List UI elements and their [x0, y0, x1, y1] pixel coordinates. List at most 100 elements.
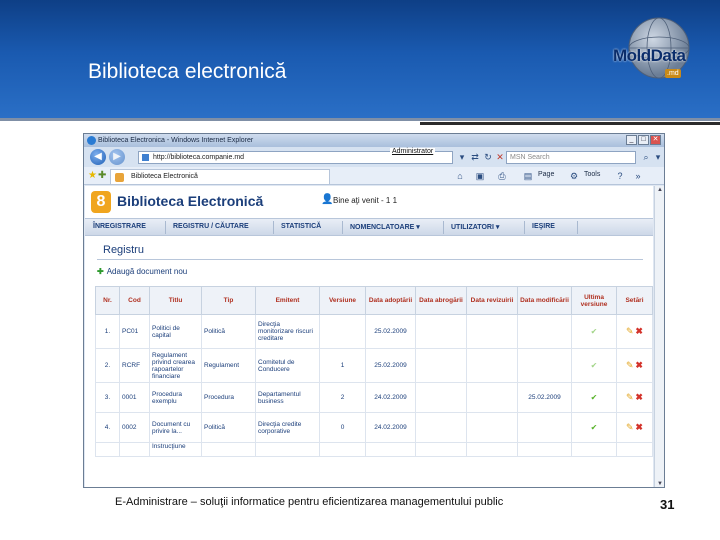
- pencil-icon[interactable]: ✎: [626, 326, 634, 336]
- table-row[interactable]: 2. RCRF Regulament privind crearea rapoa…: [95, 348, 653, 383]
- menu-inregistrare[interactable]: ÎNREGISTRARE: [93, 223, 146, 230]
- page-menu-icon[interactable]: ▤: [522, 170, 534, 182]
- tools-menu[interactable]: Tools: [584, 171, 600, 178]
- app-menu: ÎNREGISTRARE REGISTRU / CĂUTARE STATISTI…: [85, 218, 653, 236]
- table-row[interactable]: 4. 0002 Document cu privire la... Politi…: [95, 412, 653, 443]
- cell-titlu[interactable]: Procedura exemplu: [149, 382, 202, 413]
- cell-versiune: [319, 314, 366, 349]
- delete-x-icon[interactable]: ✖: [635, 422, 643, 432]
- delete-x-icon[interactable]: ✖: [635, 326, 643, 336]
- pencil-icon[interactable]: ✎: [626, 392, 634, 402]
- column-header[interactable]: Data revizuirii: [466, 286, 518, 315]
- logo-domain: .md: [665, 69, 681, 78]
- column-header: Setări: [616, 286, 653, 315]
- menu-iesire[interactable]: IEŞIRE: [532, 223, 555, 230]
- ie-icon: [87, 136, 96, 145]
- pencil-icon[interactable]: ✎: [626, 422, 634, 432]
- cell-nr: 3.: [95, 382, 120, 413]
- column-header[interactable]: Emitent: [255, 286, 320, 315]
- browser-titlebar: Biblioteca Electronica - Windows Interne…: [84, 134, 664, 147]
- back-button[interactable]: ◀: [90, 149, 106, 165]
- feeds-icon[interactable]: ▣: [474, 170, 486, 182]
- menu-statistica[interactable]: STATISTICĂ: [281, 223, 321, 230]
- cell-titlu[interactable]: Regulament privind crearea rapoartelor f…: [149, 348, 202, 383]
- table-row[interactable]: 3. 0001 Procedura exemplu Procedura Depa…: [95, 382, 653, 413]
- add-document-link[interactable]: ✚ Adaugă document nou: [97, 267, 187, 276]
- search-input[interactable]: MSN Search: [506, 151, 636, 164]
- app-header: 8 Biblioteca Electronică 👤 Bine aţi veni…: [85, 186, 653, 218]
- column-header[interactable]: Data modificării: [517, 286, 572, 315]
- app-logo-icon: 8: [91, 191, 111, 213]
- page-icon: [142, 154, 149, 161]
- cell-revizuire: [466, 348, 518, 383]
- menu-nomenclatoare[interactable]: NOMENCLATOARE ▾: [350, 223, 420, 231]
- help-icon[interactable]: ?: [614, 170, 626, 182]
- add-favorites-icon[interactable]: ✚: [98, 170, 106, 181]
- table-row[interactable]: Instrucţiune: [95, 442, 653, 457]
- welcome-text: Bine aţi venit - 1 1: [333, 196, 398, 205]
- cell-cod: [119, 442, 150, 457]
- search-options-icon[interactable]: ▾: [652, 151, 664, 163]
- address-bar: ◀ ▶ http://biblioteca.companie.md ▾ ⇄ ↻ …: [84, 147, 664, 167]
- scroll-down-arrow-icon[interactable]: ▼: [656, 480, 664, 487]
- toolbar-chevron-icon[interactable]: »: [632, 170, 644, 182]
- pencil-icon[interactable]: ✎: [626, 360, 634, 370]
- site-icon: [115, 173, 124, 182]
- column-header[interactable]: Cod: [119, 286, 150, 315]
- cell-titlu[interactable]: Document cu privire la...: [149, 412, 202, 443]
- column-header[interactable]: Data abrogării: [415, 286, 467, 315]
- delete-x-icon[interactable]: ✖: [635, 392, 643, 402]
- vertical-scrollbar[interactable]: ▲ ▼: [654, 186, 664, 487]
- favorites-star-icon[interactable]: ★: [88, 170, 97, 181]
- stop-icon[interactable]: ✕: [494, 151, 506, 163]
- cell-abrogare: [415, 348, 467, 383]
- admin-label: Administrator: [390, 148, 436, 155]
- check-icon: ✔: [590, 326, 598, 336]
- print-icon[interactable]: ⎙: [496, 170, 508, 182]
- cell-emitent: Direcţia credite corporative: [255, 412, 320, 443]
- column-header[interactable]: Versiune: [319, 286, 366, 315]
- column-header[interactable]: Nr.: [95, 286, 120, 315]
- table-row[interactable]: 1. PC01 Politici de capital Politică Dir…: [95, 314, 653, 349]
- minimize-button[interactable]: _: [626, 135, 637, 145]
- go-icon[interactable]: ⇄: [469, 151, 481, 163]
- delete-x-icon[interactable]: ✖: [635, 360, 643, 370]
- home-icon[interactable]: ⌂: [454, 170, 466, 182]
- column-header[interactable]: Data adoptării: [365, 286, 416, 315]
- menu-utilizatori[interactable]: UTILIZATORI ▾: [451, 223, 499, 231]
- refresh-icon[interactable]: ↻: [482, 151, 494, 163]
- check-icon: ✔: [590, 422, 598, 432]
- scroll-up-arrow-icon[interactable]: ▲: [656, 186, 664, 194]
- forward-button[interactable]: ▶: [109, 149, 125, 165]
- menu-registru-cautare[interactable]: REGISTRU / CĂUTARE: [173, 223, 249, 230]
- logo-wordmark: MoldData: [613, 46, 686, 65]
- browser-window: Biblioteca Electronica - Windows Interne…: [83, 133, 665, 488]
- cell-titlu[interactable]: Instrucţiune: [149, 442, 202, 457]
- molddata-logo: MoldData .md: [605, 14, 697, 90]
- cell-abrogare: [415, 442, 467, 457]
- column-header[interactable]: Titlu: [149, 286, 202, 315]
- cell-titlu[interactable]: Politici de capital: [149, 314, 202, 349]
- cell-nr: 4.: [95, 412, 120, 443]
- cell-modificare: [517, 314, 572, 349]
- cell-emitent: Comitetul de Conducere: [255, 348, 320, 383]
- cell-adoptare: 24.02.2009: [365, 412, 416, 443]
- maximize-button[interactable]: □: [638, 135, 649, 145]
- tab-biblioteca[interactable]: Biblioteca Electronică: [110, 169, 330, 184]
- check-icon: ✔: [590, 392, 598, 402]
- search-icon[interactable]: ⌕: [640, 151, 652, 163]
- column-header[interactable]: Tip: [201, 286, 256, 315]
- app-title: Biblioteca Electronică: [117, 193, 264, 209]
- cell-cod: PC01: [119, 314, 150, 349]
- tools-gear-icon[interactable]: ⚙: [568, 170, 580, 182]
- cell-abrogare: [415, 314, 467, 349]
- cell-versiune: 0: [319, 412, 366, 443]
- column-header[interactable]: Ultima versiune: [571, 286, 617, 315]
- dropdown-icon[interactable]: ▾: [456, 151, 468, 163]
- close-button[interactable]: ✕: [650, 135, 661, 145]
- cell-adoptare: [365, 442, 416, 457]
- slide-footer: E-Administrare – soluţii informatice pen…: [115, 496, 504, 508]
- cell-revizuire: [466, 412, 518, 443]
- cell-versiune: 1: [319, 348, 366, 383]
- page-menu[interactable]: Page: [538, 171, 554, 178]
